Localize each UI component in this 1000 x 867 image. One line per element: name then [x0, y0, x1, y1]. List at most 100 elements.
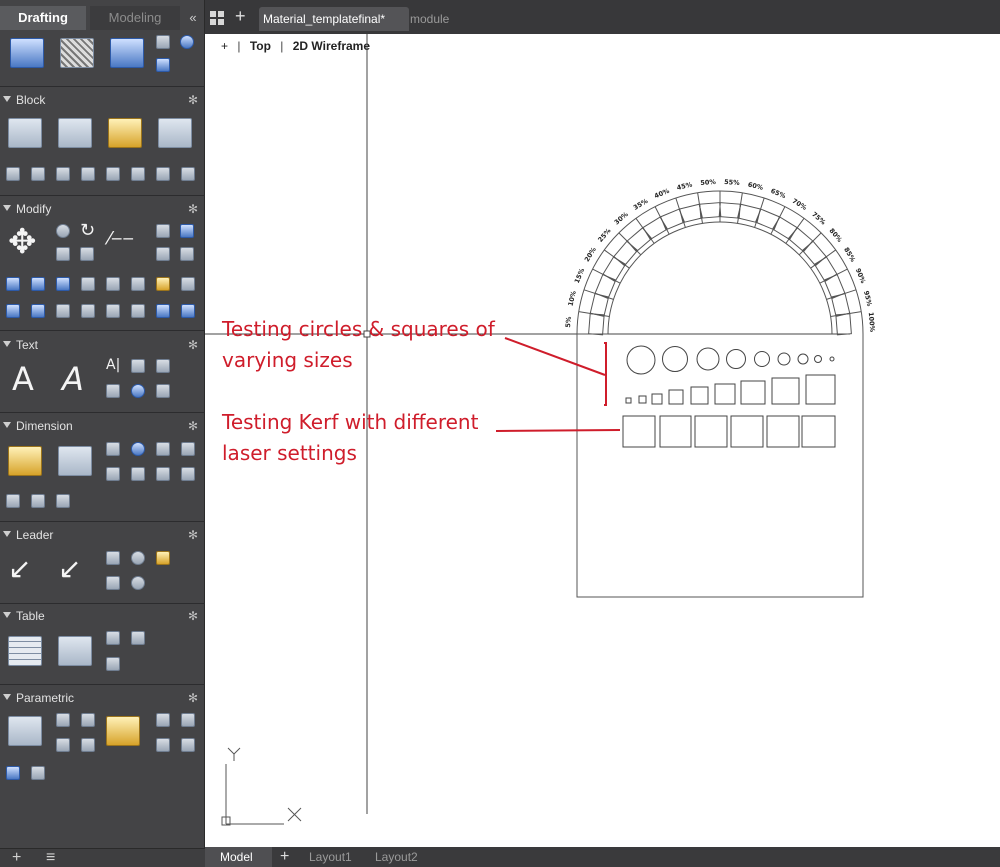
modify-tool-14-icon[interactable]: [131, 304, 145, 318]
gear-icon[interactable]: ✻: [188, 202, 198, 216]
wipeout-icon[interactable]: [180, 35, 194, 49]
modify-tool-16-icon[interactable]: [181, 304, 195, 318]
gear-icon[interactable]: ✻: [188, 528, 198, 542]
dimensional-constraint-icon[interactable]: [8, 716, 42, 746]
collect-leader-icon[interactable]: [131, 576, 145, 590]
dimension-icon[interactable]: [8, 446, 42, 476]
section-header-leader[interactable]: Leader ✻: [0, 528, 205, 544]
text-tool-4-icon[interactable]: [106, 384, 120, 398]
region-icon[interactable]: [156, 35, 170, 49]
modify-tool-5-icon[interactable]: [106, 277, 120, 291]
dimension-tool-7-icon[interactable]: [131, 467, 145, 481]
define-attributes-icon[interactable]: [158, 118, 192, 148]
parametric-tool-4-icon[interactable]: [81, 738, 95, 752]
dimension-tool-12-icon[interactable]: [56, 494, 70, 508]
tab-drafting[interactable]: Drafting: [0, 6, 86, 30]
block-table-icon[interactable]: [81, 167, 95, 181]
parametric-tool-5-icon[interactable]: [156, 713, 170, 727]
dimension-tool-8-icon[interactable]: [156, 467, 170, 481]
gear-icon[interactable]: ✻: [188, 338, 198, 352]
parametric-tool-3-icon[interactable]: [56, 738, 70, 752]
gradient-hatch-icon[interactable]: [60, 38, 94, 68]
edit-block-icon[interactable]: [108, 118, 142, 148]
text-tool-3-icon[interactable]: [156, 359, 170, 373]
table-style-icon[interactable]: [58, 636, 92, 666]
block-tool-2-icon[interactable]: [31, 167, 45, 181]
text-style-icon[interactable]: A: [62, 360, 84, 398]
revcloud-icon[interactable]: [156, 58, 170, 72]
baseline-dimension-icon[interactable]: [181, 442, 195, 456]
collapse-palette-button[interactable]: «: [184, 6, 202, 30]
drawing-canvas[interactable]: + | Top | 2D Wireframe 5% 10% 15% 20% 25% 30%…: [205, 34, 1000, 847]
section-header-text[interactable]: Text ✻: [0, 338, 205, 354]
add-palette-icon[interactable]: +: [12, 849, 21, 867]
leader-tool-3-icon[interactable]: [156, 551, 170, 565]
move-icon[interactable]: ✥: [8, 222, 37, 262]
block-tool-8-icon[interactable]: [181, 167, 195, 181]
add-leader-icon[interactable]: [106, 551, 120, 565]
text-tool-6-icon[interactable]: [156, 384, 170, 398]
explode-icon[interactable]: [180, 247, 194, 261]
dimension-tool-10-icon[interactable]: [6, 494, 20, 508]
new-tab-button[interactable]: +: [235, 6, 246, 27]
multileader-style-icon[interactable]: ↙: [58, 552, 81, 585]
create-block-icon[interactable]: [58, 118, 92, 148]
document-tab-active[interactable]: Material_templatefinal*: [259, 7, 409, 31]
block-tool-5-icon[interactable]: [106, 167, 120, 181]
block-tool-6-icon[interactable]: [131, 167, 145, 181]
fillet-icon[interactable]: [156, 224, 170, 238]
modify-tool-7-icon[interactable]: [156, 277, 170, 291]
section-header-modify[interactable]: Modify ✻: [0, 202, 205, 218]
insert-block-icon[interactable]: [8, 118, 42, 148]
section-header-dimension[interactable]: Dimension ✻: [0, 419, 205, 435]
dimension-style-icon[interactable]: [58, 446, 92, 476]
modify-tool-1-icon[interactable]: [6, 277, 20, 291]
lock-constraint-icon[interactable]: [106, 716, 140, 746]
document-tab-module[interactable]: module: [410, 7, 449, 31]
tab-model[interactable]: Model: [205, 847, 272, 867]
remove-leader-icon[interactable]: [106, 576, 120, 590]
multiline-text-icon[interactable]: A: [12, 360, 34, 398]
oblique-dimension-icon[interactable]: [181, 467, 195, 481]
block-tool-1-icon[interactable]: [6, 167, 20, 181]
modify-tool-12-icon[interactable]: [81, 304, 95, 318]
center-mark-icon[interactable]: [156, 442, 170, 456]
gear-icon[interactable]: ✻: [188, 93, 198, 107]
jogged-dimension-icon[interactable]: [31, 494, 45, 508]
erase-icon[interactable]: [181, 277, 195, 291]
mirror-icon[interactable]: [56, 247, 70, 261]
modify-tool-13-icon[interactable]: [106, 304, 120, 318]
multileader-icon[interactable]: ↙: [8, 552, 31, 585]
modify-tool-15-icon[interactable]: [156, 304, 170, 318]
copy-icon[interactable]: [56, 224, 70, 238]
gear-icon[interactable]: ✻: [188, 691, 198, 705]
modify-tool-6-icon[interactable]: [131, 277, 145, 291]
radius-dimension-icon[interactable]: [131, 442, 145, 456]
table-icon[interactable]: [8, 636, 42, 666]
gear-icon[interactable]: ✻: [188, 609, 198, 623]
tab-modeling[interactable]: Modeling: [90, 6, 180, 30]
find-text-icon[interactable]: [131, 384, 145, 398]
single-line-text-icon[interactable]: A|: [106, 357, 120, 373]
delete-constraints-icon[interactable]: [31, 766, 45, 780]
block-tool-7-icon[interactable]: [156, 167, 170, 181]
modify-tool-9-icon[interactable]: [6, 304, 20, 318]
parametric-tool-8-icon[interactable]: [181, 738, 195, 752]
rotate-icon[interactable]: ↻: [80, 220, 95, 241]
scale-icon[interactable]: [80, 247, 94, 261]
spellcheck-icon[interactable]: [131, 359, 145, 373]
grid-view-icon[interactable]: [210, 11, 224, 25]
offset-icon[interactable]: [156, 247, 170, 261]
hatch-icon[interactable]: [10, 38, 44, 68]
add-layout-button[interactable]: +: [280, 847, 289, 867]
table-tool-3-icon[interactable]: [106, 657, 120, 671]
modify-tool-4-icon[interactable]: [81, 277, 95, 291]
section-header-table[interactable]: Table ✻: [0, 609, 205, 625]
parametric-tool-7-icon[interactable]: [156, 738, 170, 752]
palette-menu-icon[interactable]: ≡: [46, 849, 55, 867]
block-tool-3-icon[interactable]: [56, 167, 70, 181]
modify-tool-11-icon[interactable]: [56, 304, 70, 318]
parametric-tool-6-icon[interactable]: [181, 713, 195, 727]
trim-icon[interactable]: ⁄‒‒: [108, 228, 134, 249]
table-tool-2-icon[interactable]: [131, 631, 145, 645]
